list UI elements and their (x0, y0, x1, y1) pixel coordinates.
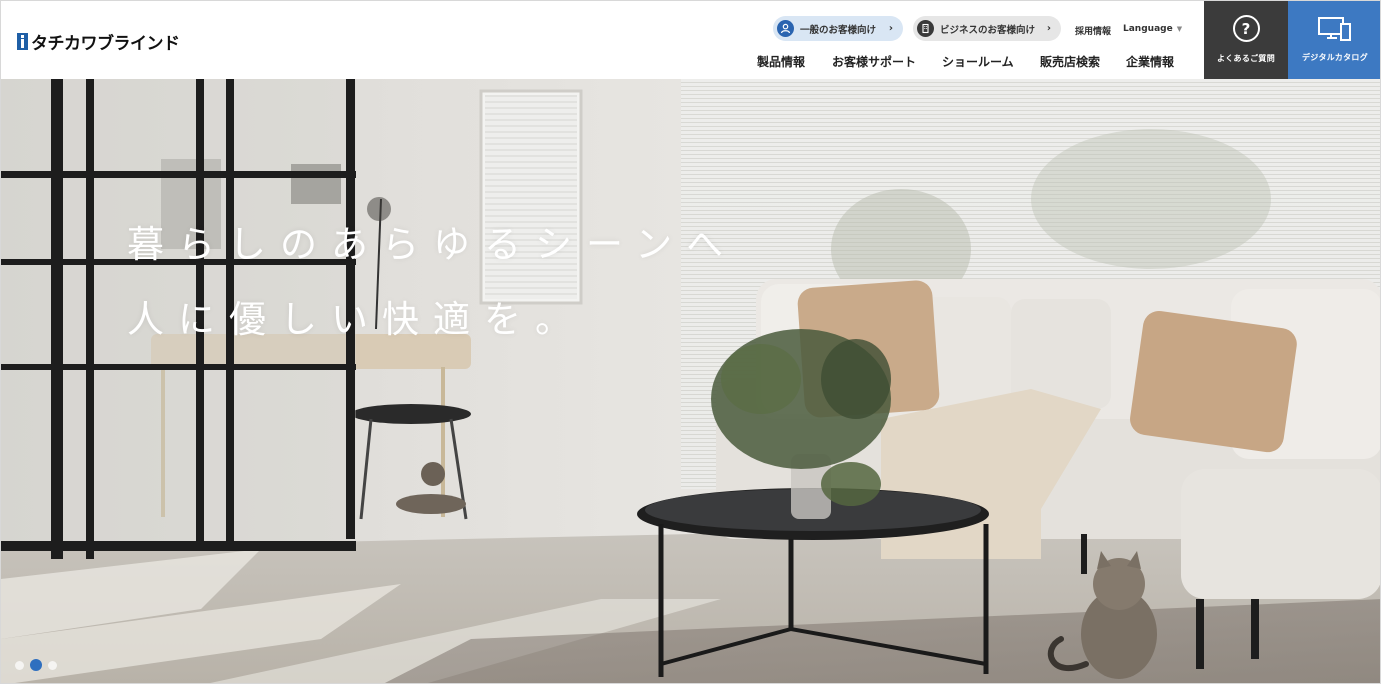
recruit-link[interactable]: 採用情報 (1075, 24, 1111, 37)
consumer-link-label: 一般のお客様向け (800, 24, 877, 36)
nav-item-company[interactable]: 企業情報 (1126, 53, 1174, 70)
slider-dot-active[interactable] (30, 659, 42, 671)
nav-item-showroom[interactable]: ショールーム (942, 53, 1014, 70)
hero-tagline-line1: 暮らしのあらゆるシーンへ (127, 223, 738, 266)
site-logo[interactable]: タチカワブラインド (17, 32, 180, 54)
nav-item-products[interactable]: 製品情報 (757, 53, 805, 70)
business-link-button[interactable]: ビジネスのお客様向け › (913, 16, 1061, 41)
logo-text: タチカワブラインド (31, 33, 180, 54)
catalog-label: デジタルカタログ (1302, 53, 1368, 62)
chevron-right-icon: › (1046, 23, 1051, 34)
slider-dot[interactable] (48, 660, 57, 670)
nav-item-dealer-search[interactable]: 販売店検索 (1040, 53, 1100, 70)
hero-slider: 暮らしのあらゆるシーンへ 人に優しい快適を。 (1, 79, 1380, 683)
logo-mark-icon (17, 32, 28, 50)
language-label: Language (1123, 24, 1173, 34)
faq-button[interactable]: ? よくあるご質問 (1204, 1, 1288, 79)
slider-dot[interactable] (15, 660, 24, 670)
chevron-right-icon: › (888, 23, 893, 34)
site-header: タチカワブラインド 一般のお客様向け › ビジネスのお客様向け › 採用情報 L… (1, 1, 1380, 79)
language-selector[interactable]: Language ▼ (1123, 24, 1182, 34)
faq-label: よくあるご質問 (1216, 54, 1276, 63)
page-frame: タチカワブラインド 一般のお客様向け › ビジネスのお客様向け › 採用情報 L… (0, 0, 1381, 684)
business-link-label: ビジネスのお客様向け (940, 24, 1036, 36)
slider-pagination (15, 659, 57, 671)
hero-image (1, 79, 1380, 683)
digital-catalog-button[interactable]: デジタルカタログ (1288, 1, 1380, 79)
consumer-link-button[interactable]: 一般のお客様向け › (773, 16, 903, 41)
building-icon (917, 20, 934, 37)
nav-item-support[interactable]: お客様サポート (832, 53, 916, 70)
chevron-down-icon: ▼ (1176, 25, 1183, 33)
person-icon (777, 20, 794, 37)
devices-icon (1317, 16, 1353, 42)
hero-tagline-line2: 人に優しい快適を。 (127, 298, 586, 341)
question-icon: ? (1232, 15, 1260, 42)
